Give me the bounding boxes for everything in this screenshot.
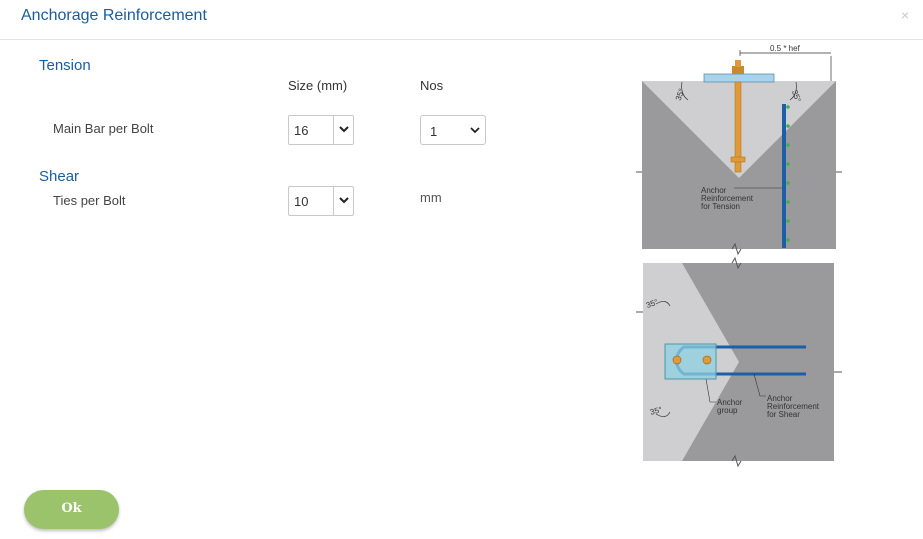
main-bar-nos-value: 1: [430, 124, 438, 139]
tension-rebar: [782, 104, 786, 248]
anchorage-reinforcement-diagram: 0.5 * hef 35° 35° Anchor Reinforcement f…: [636, 44, 842, 468]
ties-size-select[interactable]: 10: [288, 186, 354, 216]
base-plate: [703, 73, 775, 83]
select-divider: [333, 187, 334, 215]
main-bar-size-select[interactable]: 16: [288, 115, 354, 145]
shear-diagram: 35° 35° Anchor group Anchor Reinforcemen…: [636, 256, 842, 468]
ok-button[interactable]: Ok: [24, 490, 119, 529]
dimension-label: 0.5 * hef: [770, 44, 801, 53]
main-bar-label: Main Bar per Bolt: [53, 121, 154, 136]
chevron-down-icon: [470, 127, 480, 134]
dialog-title: Anchorage Reinforcement: [21, 7, 207, 24]
main-bar-nos-select[interactable]: 1: [420, 115, 486, 145]
ties-size-value: 10: [294, 194, 309, 209]
select-divider: [333, 116, 334, 144]
close-icon[interactable]: ×: [901, 7, 909, 23]
nut: [732, 66, 744, 74]
chevron-down-icon: [339, 197, 349, 204]
nos-column-header: Nos: [420, 78, 444, 93]
dialog-header: Anchorage Reinforcement ×: [0, 0, 923, 40]
tension-diagram: 0.5 * hef 35° 35° Anchor Reinforcement f…: [636, 44, 842, 256]
size-column-header: Size (mm): [288, 78, 348, 93]
main-bar-size-value: 16: [294, 123, 309, 138]
chevron-down-icon: [339, 126, 349, 133]
ok-button-label: Ok: [61, 501, 82, 516]
tension-heading: Tension: [39, 57, 91, 74]
ties-per-bolt-label: Ties per Bolt: [53, 193, 126, 208]
ties-unit-label: mm: [420, 190, 442, 205]
shear-heading: Shear: [39, 168, 80, 185]
